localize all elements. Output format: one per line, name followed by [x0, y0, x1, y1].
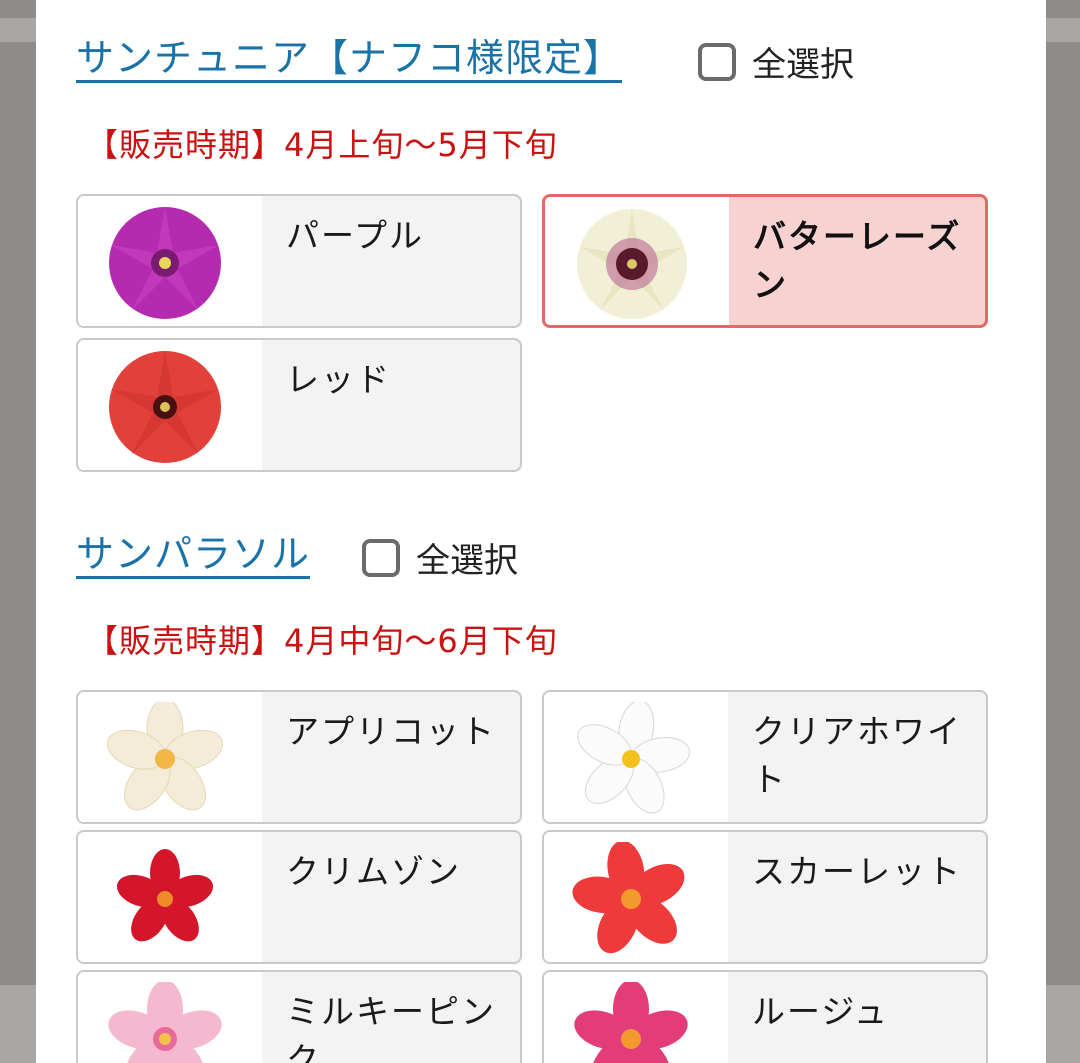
- select-all-toggle[interactable]: 全選択: [362, 533, 518, 582]
- variety-label: ルージュ: [752, 992, 890, 1031]
- sales-period-text: 【販売時期】4月中旬〜6月下旬: [86, 622, 558, 660]
- select-all-checkbox[interactable]: [362, 538, 400, 577]
- variety-card[interactable]: ルージュ: [542, 970, 988, 1063]
- variety-image: [545, 197, 729, 325]
- variety-image: [78, 832, 262, 962]
- variety-label: パープル: [286, 216, 425, 255]
- variety-card[interactable]: スカーレット: [542, 830, 988, 964]
- select-all-label: 全選択: [416, 541, 518, 581]
- select-all-checkbox[interactable]: [698, 42, 736, 81]
- variety-card[interactable]: レッド: [76, 338, 522, 472]
- variety-card[interactable]: ミルキーピンク: [76, 970, 522, 1063]
- select-all-toggle[interactable]: 全選択: [698, 37, 854, 86]
- sales-period-text: 【販売時期】4月上旬〜5月下旬: [86, 126, 558, 164]
- select-all-label: 全選択: [752, 45, 854, 85]
- variety-label: クリムゾン: [286, 852, 461, 891]
- variety-card[interactable]: クリムゾン: [76, 830, 522, 964]
- variety-label: ミルキーピンク: [286, 992, 496, 1063]
- variety-image: [544, 832, 728, 962]
- mandevilla-flower-icon: [574, 982, 688, 1063]
- section-header: サンチュニア【ナフコ様限定】 全選択: [76, 34, 988, 90]
- product-select-modal: サンチュニア【ナフコ様限定】 全選択 【販売時期】4月上旬〜5月下旬 パープル: [36, 0, 1046, 1063]
- mandevilla-flower-icon: [577, 702, 691, 814]
- petunia-flower-icon: [577, 209, 687, 319]
- variety-card-selected[interactable]: バターレーズン: [542, 194, 988, 328]
- section-title-link[interactable]: サンチュニア【ナフコ様限定】: [76, 34, 622, 82]
- variety-label: クリアホワイト: [752, 712, 962, 799]
- mandevilla-flower-icon: [116, 849, 214, 942]
- mandevilla-flower-icon: [108, 982, 222, 1063]
- variety-image: [544, 972, 728, 1063]
- variety-label: スカーレット: [752, 852, 962, 891]
- variety-image: [78, 972, 262, 1063]
- variety-card[interactable]: アプリコット: [76, 690, 522, 824]
- mandevilla-flower-icon: [572, 842, 685, 954]
- variety-label: バターレーズン: [753, 217, 962, 304]
- petunia-flower-icon: [109, 351, 221, 463]
- variety-card[interactable]: パープル: [76, 194, 522, 328]
- section-header: サンパラソル 全選択: [76, 530, 988, 586]
- variety-label: レッド: [286, 360, 391, 399]
- variety-image: [78, 340, 262, 470]
- variety-image: [544, 692, 728, 822]
- petunia-flower-icon: [109, 207, 221, 319]
- section-sunchunia: サンチュニア【ナフコ様限定】 全選択 【販売時期】4月上旬〜5月下旬 パープル: [76, 34, 988, 472]
- variety-label: アプリコット: [286, 712, 496, 751]
- variety-card[interactable]: クリアホワイト: [542, 690, 988, 824]
- variety-image: [78, 196, 262, 326]
- mandevilla-flower-icon: [106, 702, 224, 811]
- section-sunparasol: サンパラソル 全選択 【販売時期】4月中旬〜6月下旬 アプリコット クリアホワイ…: [76, 530, 988, 1063]
- variety-image: [78, 692, 262, 822]
- section-title-link[interactable]: サンパラソル: [76, 530, 310, 578]
